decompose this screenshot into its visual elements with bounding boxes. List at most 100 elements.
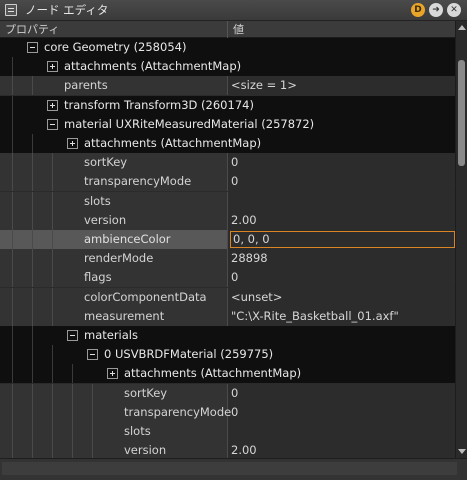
property-label: 0 USVBRDFMaterial (259775) — [104, 347, 274, 361]
tree-guide-line — [32, 384, 33, 403]
property-row[interactable]: version 2.00 — [0, 211, 455, 230]
tree-group-row[interactable]: core Geometry (258054) — [0, 38, 455, 57]
value-cell[interactable]: 0 — [228, 384, 455, 403]
property-cell[interactable]: transform Transform3D (260174) — [0, 96, 455, 115]
dock-button[interactable]: D — [411, 3, 425, 17]
tree-guide-line — [12, 57, 13, 76]
tree-guide-line — [52, 403, 53, 422]
horizontal-scroll-track[interactable] — [2, 462, 457, 475]
tree-guide-line — [92, 403, 93, 422]
expand-icon[interactable] — [47, 61, 58, 72]
property-row[interactable]: measurement "C:\X-Rite_Basketball_01.axf" — [0, 307, 455, 326]
expand-icon[interactable] — [107, 368, 118, 379]
horizontal-scrollbar[interactable] — [0, 458, 467, 480]
property-row[interactable]: parents <size = 1> — [0, 76, 455, 95]
property-column-header[interactable]: プロパティ — [0, 21, 228, 38]
property-cell[interactable]: colorComponentData — [0, 288, 228, 307]
property-cell[interactable]: attachments (AttachmentMap) — [0, 57, 455, 76]
tree-guide-line — [52, 422, 53, 441]
tree-group-row[interactable]: attachments (AttachmentMap) — [0, 57, 455, 76]
property-cell[interactable]: slots — [0, 422, 228, 441]
tree-guide-line — [52, 364, 53, 383]
tree-group-row[interactable]: transform Transform3D (260174) — [0, 96, 455, 115]
collapse-icon[interactable] — [47, 119, 58, 130]
property-cell[interactable]: transparencyMode — [0, 172, 228, 191]
vertical-scrollbar[interactable] — [455, 21, 467, 458]
property-cell[interactable]: attachments (AttachmentMap) — [0, 134, 455, 153]
property-cell[interactable]: materials — [0, 326, 455, 345]
close-icon[interactable]: ✕ — [447, 3, 461, 17]
property-cell[interactable]: transparencyMode — [0, 403, 231, 422]
property-cell[interactable]: slots — [0, 192, 228, 211]
property-cell[interactable]: version — [0, 441, 228, 458]
tree-group-row[interactable]: material UXRiteMeasuredMaterial (257872) — [0, 115, 455, 134]
property-cell[interactable]: renderMode — [0, 249, 228, 268]
property-row[interactable]: sortKey 0 — [0, 384, 455, 403]
tree-group-row[interactable]: attachments (AttachmentMap) — [0, 364, 455, 383]
value-cell[interactable]: <unset> — [228, 288, 455, 307]
property-cell[interactable]: sortKey — [0, 153, 228, 172]
property-cell[interactable]: ambienceColor — [0, 230, 228, 249]
property-label: sortKey — [84, 155, 128, 169]
value-cell[interactable]: "C:\X-Rite_Basketball_01.axf" — [228, 307, 455, 326]
scroll-down-icon[interactable] — [458, 449, 466, 454]
property-cell[interactable]: version — [0, 211, 228, 230]
property-row[interactable]: slots — [0, 422, 455, 441]
property-row[interactable]: transparencyMode 0 — [0, 403, 455, 422]
tree-guide-line — [52, 268, 53, 287]
arrow-right-icon[interactable]: ➜ — [429, 3, 443, 17]
value-cell[interactable]: 2.00 — [228, 211, 455, 230]
scroll-up-icon[interactable] — [458, 25, 466, 30]
property-cell[interactable]: measurement — [0, 307, 228, 326]
property-cell[interactable]: parents — [0, 76, 228, 95]
property-cell[interactable]: 0 USVBRDFMaterial (259775) — [0, 345, 455, 364]
expand-icon[interactable] — [47, 100, 58, 111]
property-cell[interactable]: sortKey — [0, 384, 228, 403]
property-cell[interactable]: core Geometry (258054) — [0, 38, 455, 57]
value-cell[interactable]: 0 — [228, 172, 455, 191]
value-cell[interactable]: 0 — [228, 153, 455, 172]
property-cell[interactable]: material UXRiteMeasuredMaterial (257872) — [0, 115, 455, 134]
property-row[interactable]: transparencyMode 0 — [0, 172, 455, 191]
tree-guide-line — [92, 384, 93, 403]
value-cell[interactable]: 2.00 — [228, 441, 455, 458]
collapse-icon[interactable] — [27, 42, 38, 53]
property-row[interactable]: version 2.00 — [0, 441, 455, 458]
value-cell[interactable]: <size = 1> — [228, 76, 455, 95]
tree-group-row[interactable]: attachments (AttachmentMap) — [0, 134, 455, 153]
expand-icon[interactable] — [67, 138, 78, 149]
property-label: transparencyMode — [84, 174, 192, 188]
value-edit-field[interactable]: 0, 0, 0 — [230, 231, 455, 248]
property-row[interactable]: flags 0 — [0, 268, 455, 287]
property-row[interactable]: sortKey 0 — [0, 153, 455, 172]
tree-guide-line — [32, 403, 33, 422]
collapse-icon[interactable] — [67, 330, 78, 341]
property-label: parents — [64, 78, 108, 92]
property-row[interactable]: ambienceColor 0, 0, 0 — [0, 230, 455, 249]
tree-group-row[interactable]: materials — [0, 326, 455, 345]
value-cell[interactable] — [228, 422, 455, 441]
property-cell[interactable]: attachments (AttachmentMap) — [0, 364, 455, 383]
tree-guide-line — [12, 403, 13, 422]
property-row[interactable]: colorComponentData <unset> — [0, 288, 455, 307]
collapse-icon[interactable] — [87, 349, 98, 360]
property-label: version — [84, 213, 127, 227]
property-cell[interactable]: flags — [0, 268, 228, 287]
tree-guide-line — [12, 268, 13, 287]
value-cell[interactable]: 0 — [228, 403, 455, 422]
property-label: materials — [84, 328, 138, 342]
value-cell[interactable]: 28898 — [228, 249, 455, 268]
scroll-thumb[interactable] — [458, 60, 465, 166]
value-cell[interactable] — [228, 192, 455, 211]
property-row[interactable]: renderMode 28898 — [0, 249, 455, 268]
property-row[interactable]: slots — [0, 192, 455, 211]
tree-group-row[interactable]: 0 USVBRDFMaterial (259775) — [0, 345, 455, 364]
tree-guide-line — [12, 364, 13, 383]
tree-guide-line — [12, 230, 13, 249]
tree-guide-line — [12, 134, 13, 153]
value-cell[interactable]: 0 — [228, 268, 455, 287]
property-label: attachments (AttachmentMap) — [124, 366, 302, 380]
value-column-header[interactable]: 値 — [228, 21, 455, 38]
tree-guide-line — [12, 326, 13, 345]
tree-guide-line — [32, 211, 33, 230]
